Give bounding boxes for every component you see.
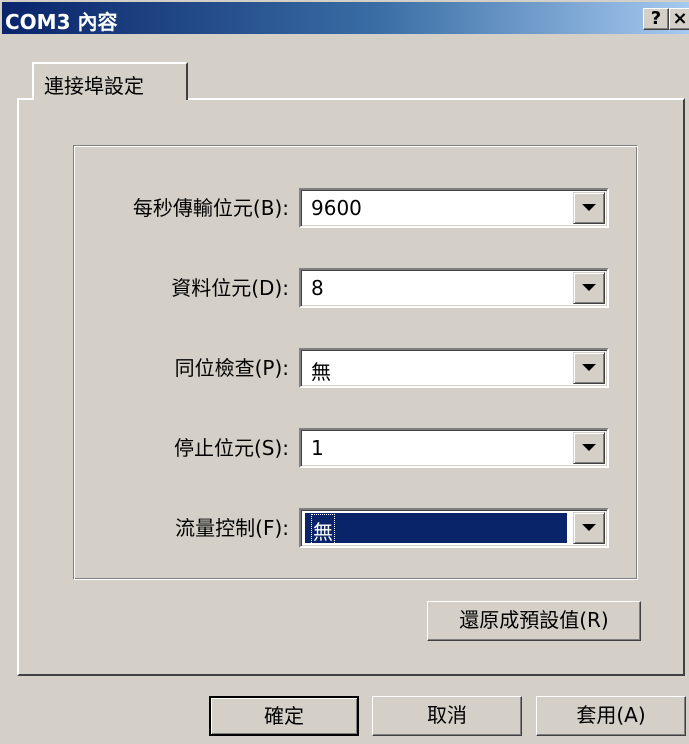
parity-select[interactable]: 無 <box>299 348 609 388</box>
dropdown-button[interactable] <box>573 432 605 464</box>
bits-per-second-select[interactable]: 9600 <box>299 188 609 228</box>
dropdown-button[interactable] <box>573 192 605 224</box>
help-button[interactable]: ? <box>643 8 669 30</box>
select-value: 無 <box>311 514 335 547</box>
parity-label: 同位檢查(P): <box>174 356 289 380</box>
flow-control-select[interactable]: 無 <box>299 508 609 548</box>
data-bits-select[interactable]: 8 <box>299 268 609 308</box>
com-properties-dialog: COM3 內容 ? × 連接埠設定 每秒傳輸位元(B): 9600 資料位元(D… <box>0 0 689 744</box>
chevron-down-icon <box>582 444 596 451</box>
select-value: 無 <box>311 360 331 384</box>
dropdown-button[interactable] <box>573 352 605 384</box>
select-value: 1 <box>311 436 324 460</box>
dropdown-button[interactable] <box>573 272 605 304</box>
data-bits-label: 資料位元(D): <box>171 276 289 300</box>
chevron-down-icon <box>582 524 596 531</box>
window-title: COM3 內容 <box>5 10 118 34</box>
stop-bits-select[interactable]: 1 <box>299 428 609 468</box>
selection-highlight <box>305 513 567 543</box>
flow-control-label: 流量控制(F): <box>175 516 289 540</box>
close-button[interactable]: × <box>669 8 689 30</box>
tab-label: 連接埠設定 <box>44 74 144 98</box>
restore-defaults-button[interactable]: 還原成預設值(R) <box>427 601 641 641</box>
select-value: 9600 <box>311 196 362 220</box>
stop-bits-label: 停止位元(S): <box>173 436 289 460</box>
tab-port-settings[interactable]: 連接埠設定 <box>32 62 188 100</box>
dropdown-button[interactable] <box>573 512 605 544</box>
title-bar[interactable]: COM3 內容 ? × <box>2 2 689 34</box>
select-value: 8 <box>311 276 324 300</box>
bits-per-second-label: 每秒傳輸位元(B): <box>132 196 289 220</box>
chevron-down-icon <box>582 204 596 211</box>
ok-button[interactable]: 確定 <box>209 696 359 736</box>
chevron-down-icon <box>582 284 596 291</box>
apply-button[interactable]: 套用(A) <box>536 696 686 736</box>
chevron-down-icon <box>582 364 596 371</box>
cancel-button[interactable]: 取消 <box>372 696 522 736</box>
